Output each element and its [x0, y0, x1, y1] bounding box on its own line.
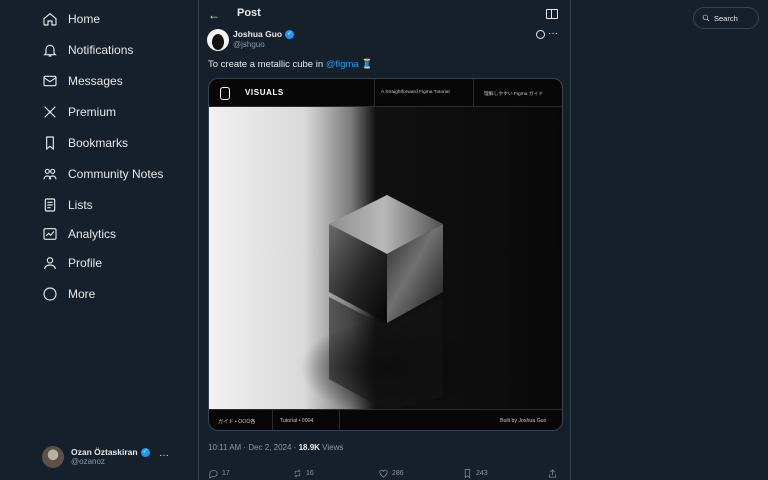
post-more-icon[interactable]: ··· [548, 28, 558, 39]
share-button[interactable] [547, 468, 558, 479]
nav-analytics-label: Analytics [68, 227, 117, 241]
author-name-row[interactable]: Joshua Guo ✓ [233, 29, 295, 40]
card-tag-left: A Straightforward Figma Tutorial [381, 90, 450, 95]
author-handle[interactable]: @jshguo [233, 40, 294, 50]
nav-profile-label: Profile [68, 256, 103, 270]
reply-count: 17 [222, 470, 230, 477]
more-circle-icon [43, 287, 57, 301]
like-button[interactable]: 286 [378, 468, 404, 479]
search-icon [702, 14, 710, 22]
nav-bookmarks-label: Bookmarks [68, 136, 129, 150]
card-footer-mid: Tutorial • 0004 [280, 418, 314, 424]
nav-community-notes[interactable]: Community Notes [34, 159, 163, 189]
post-timestamp-views: 10:11 AM · Dec 2, 2024 · 18.9K Views [208, 443, 343, 452]
reply-button[interactable]: 17 [208, 468, 230, 479]
author-name[interactable]: Joshua Guo [233, 29, 282, 40]
account-name: Ozan Öztaskiran [71, 446, 138, 457]
bookmark-outline-icon [464, 469, 471, 479]
card-footer: ガイド • OOO各 Tutorial • 0004 Built by Josh… [209, 409, 562, 430]
card-footer-right: Built by Joshua Guo [500, 418, 547, 424]
card-footer-left: ガイド • OOO各 [218, 419, 256, 425]
figma-mention-link[interactable]: @figma [326, 59, 359, 70]
nav-home[interactable]: Home [34, 4, 100, 34]
card-footer-divider [272, 410, 273, 430]
search-box[interactable]: Search [693, 7, 759, 29]
repost-count: 16 [306, 470, 314, 477]
share-icon [548, 469, 557, 478]
like-count: 286 [392, 470, 404, 477]
bell-icon [43, 44, 57, 57]
bookmark-button[interactable]: 243 [462, 468, 488, 479]
mail-icon [43, 75, 57, 87]
author-avatar[interactable] [207, 29, 229, 51]
card-header-divider-2 [473, 79, 474, 107]
list-icon [44, 198, 56, 212]
account-name-row: Ozan Öztaskiran ✓ [71, 446, 150, 458]
nav-messages-label: Messages [68, 74, 123, 88]
account-handle: @ozanoz [71, 457, 105, 467]
post-actions: 17 16 286 243 [208, 468, 558, 480]
views-label: Views [322, 443, 344, 452]
nav-analytics[interactable]: Analytics [34, 219, 116, 249]
account-more-icon[interactable]: ··· [159, 450, 169, 461]
nav-more-label: More [68, 287, 96, 301]
tweet-text-prefix: To create a metallic cube in [208, 59, 326, 70]
figma-logo-icon [220, 87, 230, 100]
card-tag-right: 理解しやすい Figma ガイド [484, 92, 544, 97]
author-verified-icon: ✓ [285, 29, 295, 39]
left-sidebar: Home Notifications Messages Premium Book… [0, 0, 198, 480]
home-icon [43, 12, 57, 26]
grok-icon[interactable] [536, 30, 545, 39]
nav-lists-label: Lists [68, 198, 93, 212]
nav-notifications-label: Notifications [68, 43, 134, 57]
nav-profile[interactable]: Profile [34, 248, 102, 278]
search-placeholder: Search [714, 13, 738, 23]
post-time[interactable]: 10:11 AM · Dec 2, 2024 · [208, 443, 299, 452]
nav-premium-label: Premium [68, 105, 117, 119]
nav-community-notes-label: Community Notes [68, 167, 164, 181]
reply-icon [209, 469, 218, 479]
post-media-card[interactable]: VISUALS A Straightforward Figma Tutorial… [208, 78, 563, 431]
thread-emoji: 🧵 [361, 59, 374, 70]
verified-icon: ✓ [140, 447, 150, 457]
reader-mode-icon[interactable] [546, 9, 558, 19]
nav-notifications[interactable]: Notifications [34, 35, 133, 65]
nav-home-label: Home [68, 12, 101, 26]
account-info: Ozan Öztaskiran ✓ @ozanoz [71, 446, 150, 467]
nav-more[interactable]: More [34, 279, 95, 309]
bookmark-icon [46, 136, 54, 151]
x-logo-icon [44, 106, 56, 118]
metallic-cube-image [209, 107, 562, 409]
people-icon [43, 168, 57, 180]
card-footer-divider-2 [339, 410, 340, 430]
account-avatar [42, 446, 64, 468]
nav-lists[interactable]: Lists [34, 190, 93, 220]
author-info: Joshua Guo ✓ @jshguo [233, 29, 295, 50]
nav-messages[interactable]: Messages [34, 66, 123, 96]
nav-premium[interactable]: Premium [34, 97, 116, 127]
chart-icon [43, 228, 57, 240]
card-header-divider [374, 79, 375, 107]
nav-bookmarks[interactable]: Bookmarks [34, 128, 128, 158]
repost-icon [294, 469, 301, 478]
account-switcher[interactable]: Ozan Öztaskiran ✓ @ozanoz ··· [42, 442, 182, 472]
back-arrow-icon[interactable]: ← [208, 8, 220, 22]
card-brand: VISUALS [245, 88, 284, 97]
post-column: ← Post Joshua Guo ✓ @jshguo ··· To creat… [198, 0, 571, 480]
user-icon [44, 257, 56, 270]
page-title: Post [237, 7, 261, 19]
repost-button[interactable]: 16 [292, 468, 314, 479]
tweet-text: To create a metallic cube in @figma 🧵 [208, 59, 373, 70]
bookmark-count: 243 [476, 470, 488, 477]
heart-icon [379, 469, 388, 478]
card-header: VISUALS A Straightforward Figma Tutorial… [209, 79, 562, 107]
views-count: 18.9K [298, 443, 320, 452]
